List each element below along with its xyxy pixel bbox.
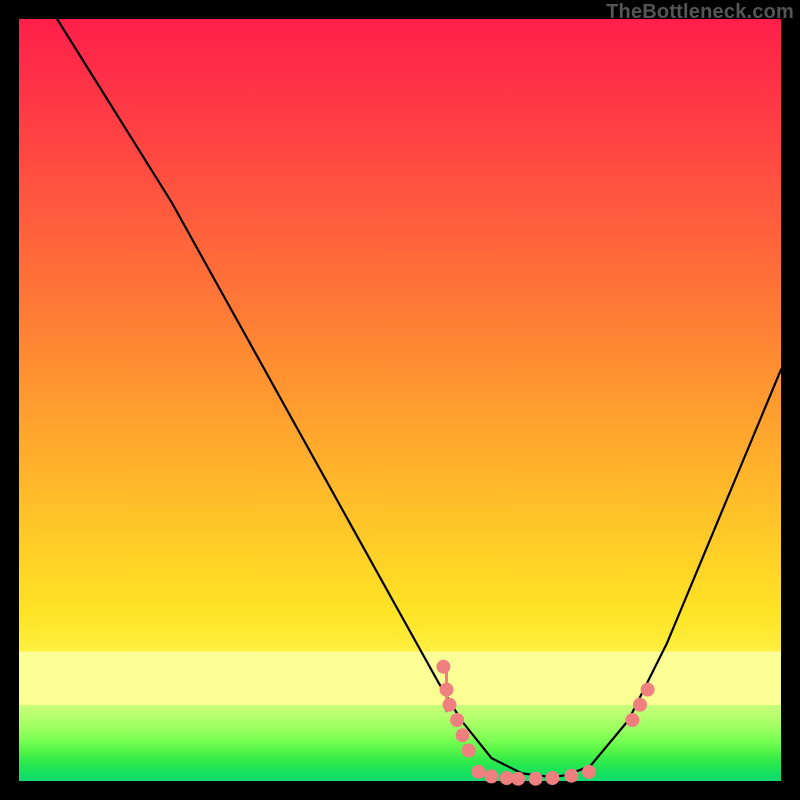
sample-dot	[472, 765, 486, 779]
sample-dot	[462, 744, 476, 758]
sample-dot	[633, 698, 647, 712]
plot-area	[19, 19, 781, 781]
sample-dot	[443, 698, 457, 712]
sample-dot	[564, 769, 578, 783]
sample-dot	[625, 713, 639, 727]
sample-dot	[641, 683, 655, 697]
bottleneck-curve	[57, 19, 781, 777]
sample-dot	[511, 772, 525, 786]
chart-stage: TheBottleneck.com	[0, 0, 800, 800]
sample-dot	[440, 683, 454, 697]
sample-dot	[582, 765, 596, 779]
sample-dot	[436, 660, 450, 674]
chart-svg	[19, 19, 781, 781]
sample-dot	[484, 769, 498, 783]
sample-dot	[545, 771, 559, 785]
sample-dot	[529, 772, 543, 786]
sample-dot	[450, 713, 464, 727]
sample-dot	[456, 728, 470, 742]
sample-dots	[436, 660, 654, 786]
